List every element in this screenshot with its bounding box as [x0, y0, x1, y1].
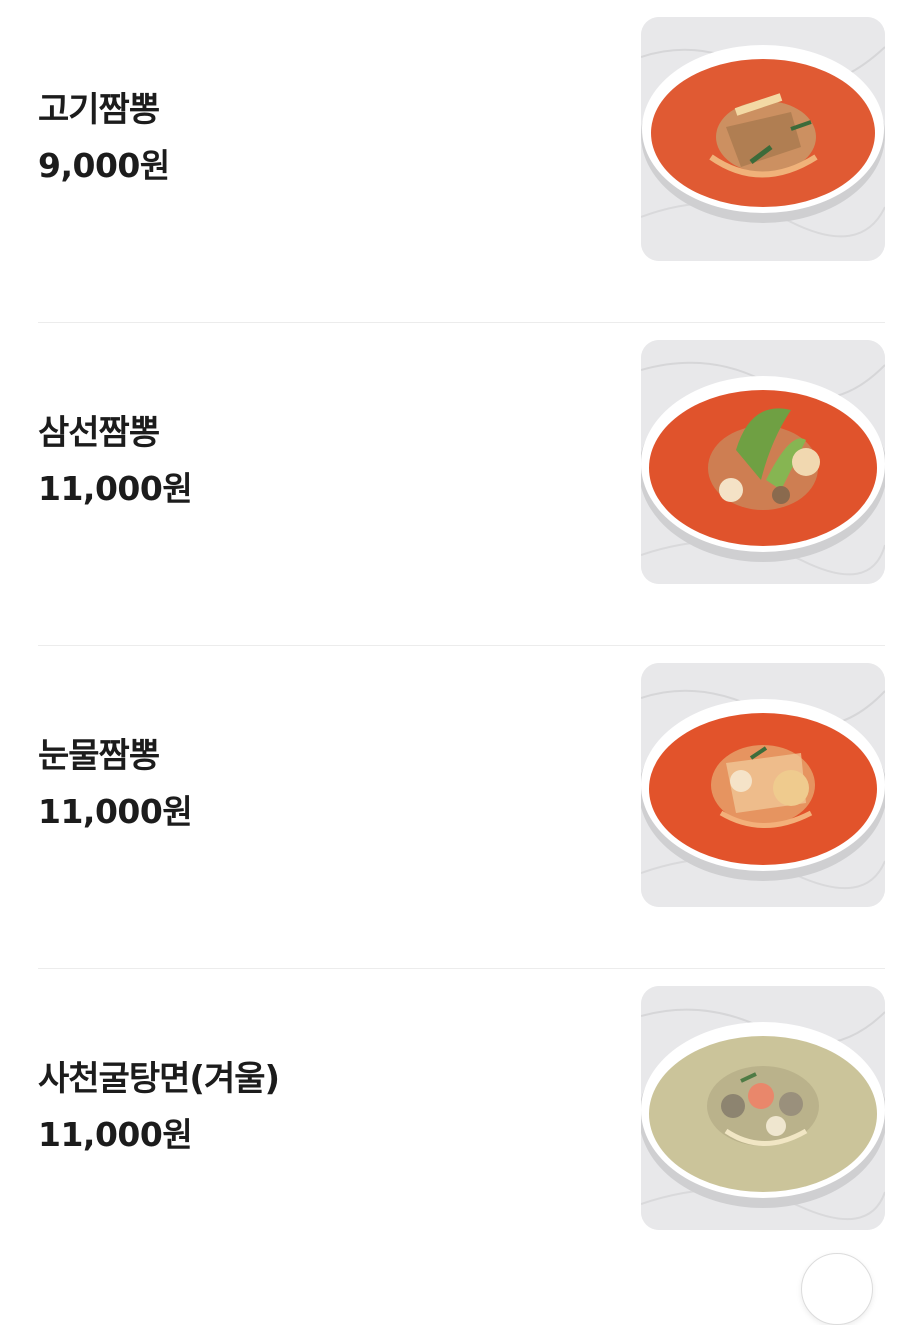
menu-item-meat-jjamppong[interactable]: 고기짬뽕 9,000원 — [38, 0, 885, 323]
menu-item-spicy-jjamppong[interactable]: 눈물짬뽕 11,000원 — [38, 646, 885, 969]
scroll-top-button[interactable] — [801, 1253, 873, 1325]
menu-item-text: 눈물짬뽕 11,000원 — [38, 734, 193, 832]
meat-jjamppong-photo — [641, 17, 885, 261]
menu-item-name: 눈물짬뽕 — [38, 736, 160, 776]
menu-item-price: 11,000원 — [38, 1115, 193, 1154]
menu-item-photo[interactable] — [641, 340, 885, 584]
menu-item-text: 고기짬뽕 9,000원 — [38, 88, 170, 186]
oyster-noodle-soup-photo — [641, 986, 885, 1230]
menu-item-seafood-jjamppong[interactable]: 삼선짬뽕 11,000원 — [38, 323, 885, 646]
seafood-jjamppong-photo — [641, 340, 885, 584]
menu-item-text: 삼선짬뽕 11,000원 — [38, 411, 193, 509]
menu-item-name: 고기짬뽕 — [38, 90, 160, 130]
menu-item-price: 9,000원 — [38, 146, 170, 185]
menu-item-name: 삼선짬뽕 — [38, 413, 160, 453]
menu-item-photo[interactable] — [641, 663, 885, 907]
spicy-jjamppong-photo — [641, 663, 885, 907]
menu-item-photo[interactable] — [641, 17, 885, 261]
menu-list: 고기짬뽕 9,000원 삼선짬뽕 11,000원 눈물짬뽕 11,000원 사천… — [38, 0, 885, 1325]
menu-item-oyster-noodle-soup[interactable]: 사천굴탕면(겨울) 11,000원 — [38, 969, 885, 1325]
menu-item-name: 사천굴탕면(겨울) — [38, 1059, 280, 1099]
menu-item-price: 11,000원 — [38, 469, 193, 508]
menu-item-text: 사천굴탕면(겨울) 11,000원 — [38, 1057, 280, 1155]
menu-item-photo[interactable] — [641, 986, 885, 1230]
menu-item-price: 11,000원 — [38, 792, 193, 831]
